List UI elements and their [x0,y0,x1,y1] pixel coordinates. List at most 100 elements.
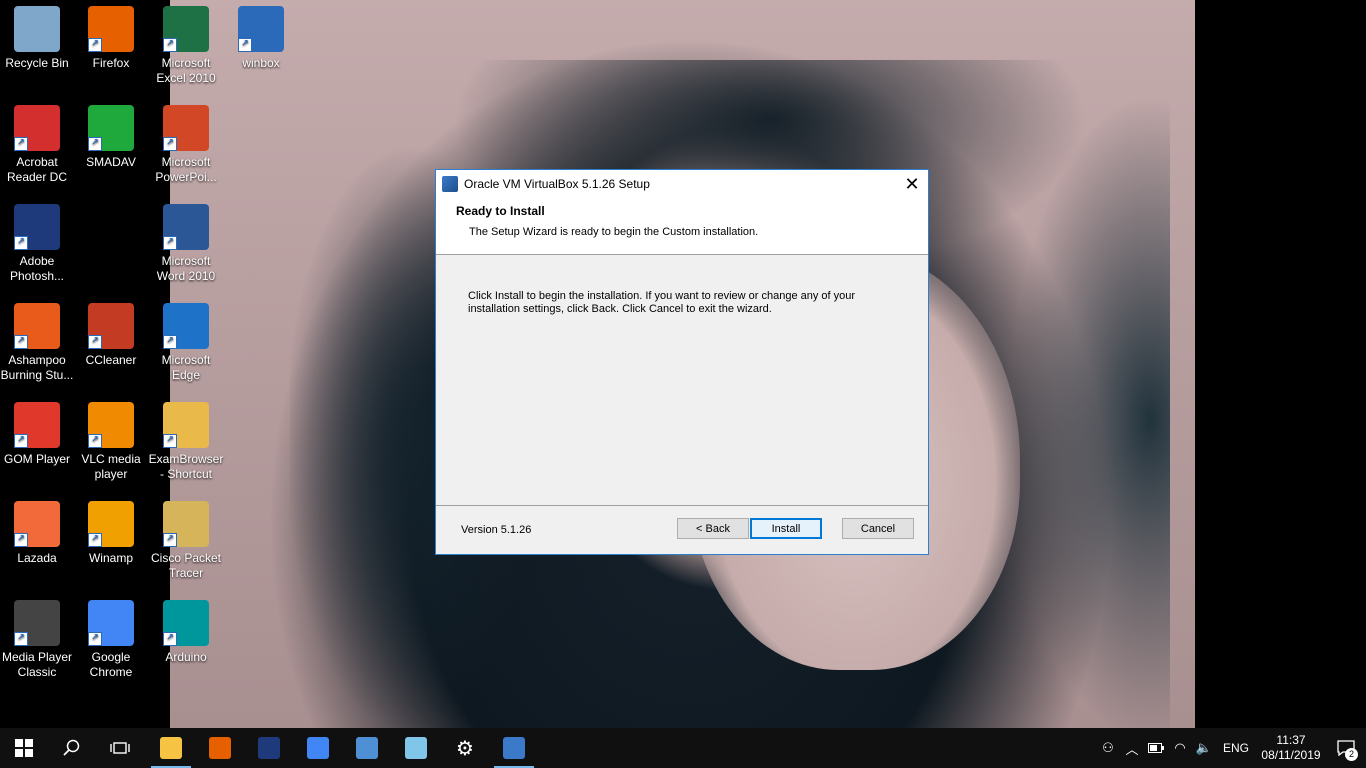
firefox-icon: ↗ [88,6,134,52]
dialog-titlebar[interactable]: Oracle VM VirtualBox 5.1.26 Setup ✕ [436,170,928,198]
shortcut-arrow-icon: ↗ [14,137,28,151]
desktop-icon-label: Cisco Packet Tracer [150,551,222,580]
close-icon: ✕ [904,173,920,195]
desktop-icon[interactable]: ↗ Microsoft Excel 2010 [148,0,224,86]
battery-button[interactable] [1144,728,1168,768]
close-button[interactable]: ✕ [896,170,928,198]
shortcut-arrow-icon: ↗ [163,632,177,646]
desktop: Recycle Bin ↗ Firefox ↗ Microsoft Excel 2010… [0,0,1366,728]
desktop-icon[interactable]: ↗ ExamBrowser - Shortcut [148,396,224,482]
desktop-icon-label: VLC media player [81,452,141,481]
dialog-title: Oracle VM VirtualBox 5.1.26 Setup [464,177,650,191]
shortcut-arrow-icon: ↗ [163,335,177,349]
word-icon: ↗ [163,204,209,250]
windows-icon [15,739,33,757]
desktop-icon[interactable]: ↗ Winamp [73,495,149,566]
dialog-footer: Version 5.1.26 < Back Install Cancel [436,506,928,554]
virtualbox-setup-icon [442,176,458,192]
desktop-icon-label: winbox [242,56,280,70]
language-indicator[interactable]: ENG [1216,741,1256,755]
people-button[interactable]: ⚇ [1096,728,1120,768]
desktop-icon[interactable]: ↗ Firefox [73,0,149,71]
shortcut-arrow-icon: ↗ [163,38,177,52]
taskbar-app[interactable]: ⚙ [441,728,489,768]
smadav-icon: ↗ [88,105,134,151]
desktop-icon[interactable]: ↗ VLC media player [73,396,149,482]
desktop-icon-label: Google Chrome [89,650,133,679]
shortcut-arrow-icon: ↗ [163,434,177,448]
taskbar-app[interactable] [147,728,195,768]
shortcut-arrow-icon: ↗ [238,38,252,52]
wifi-button[interactable]: ◠ [1168,728,1192,768]
back-button[interactable]: < Back [677,518,749,539]
notepad-icon [405,737,427,759]
desktop-icon[interactable]: ↗ Media Player Classic [0,594,75,680]
desktop-icon[interactable]: ↗ Adobe Photosh... [0,198,75,284]
volume-button[interactable]: 🔈 [1192,728,1216,768]
ccleaner-icon: ↗ [88,303,134,349]
taskbar-app[interactable] [245,728,293,768]
desktop-icon[interactable]: ↗ Google Chrome [73,594,149,680]
shortcut-arrow-icon: ↗ [14,533,28,547]
shortcut-arrow-icon: ↗ [14,434,28,448]
desktop-icon[interactable]: ↗ winbox [223,0,299,71]
search-button[interactable] [48,728,96,768]
desktop-icon[interactable]: ↗ Arduino [148,594,224,665]
desktop-icon[interactable]: ↗ SMADAV [73,99,149,170]
taskbar-app[interactable] [343,728,391,768]
speaker-icon: 🔈 [1195,740,1213,755]
taskbar-app[interactable] [294,728,342,768]
chrome-icon: ↗ [88,600,134,646]
task-view-button[interactable] [96,728,144,768]
shortcut-arrow-icon: ↗ [88,533,102,547]
desktop-icon-label: Microsoft Word 2010 [156,254,216,283]
desktop-icon[interactable]: ↗ CCleaner [73,297,149,368]
virtualbox-setup-icon [503,737,525,759]
desktop-icon-label: SMADAV [86,155,136,169]
packet-tracer-icon: ↗ [163,501,209,547]
chrome-icon [307,737,329,759]
search-icon [63,739,80,756]
file-explorer-icon [160,737,182,759]
desktop-icon-label: GOM Player [3,452,70,466]
shortcut-arrow-icon: ↗ [163,137,177,151]
settings-icon: ⚙ [456,736,474,760]
powerpoint-icon: ↗ [163,105,209,151]
clock-date: 08/11/2019 [1261,748,1321,762]
desktop-icon-label: Microsoft Excel 2010 [156,56,216,85]
show-hidden-icons-button[interactable]: ︿ [1120,728,1144,768]
desktop-icon[interactable]: ↗ Lazada [0,495,75,566]
desktop-icon[interactable]: ↗ Microsoft Edge [148,297,224,383]
clock[interactable]: 11:37 08/11/2019 [1256,733,1326,763]
install-button[interactable]: Install [750,518,822,539]
taskbar-app[interactable] [490,728,538,768]
taskbar-app[interactable] [392,728,440,768]
desktop-icon[interactable]: ↗ Acrobat Reader DC [0,99,75,185]
desktop-icon[interactable]: ↗ Microsoft PowerPoi... [148,99,224,185]
shortcut-arrow-icon: ↗ [14,335,28,349]
setup-dialog: Oracle VM VirtualBox 5.1.26 Setup ✕ Read… [435,169,929,555]
edge-icon: ↗ [163,303,209,349]
desktop-icon[interactable]: ↗ Microsoft Word 2010 [148,198,224,284]
shortcut-arrow-icon: ↗ [88,632,102,646]
desktop-icon[interactable]: ↗ GOM Player [0,396,75,467]
action-center-button[interactable]: 2 [1326,728,1366,768]
desktop-icon-label: Microsoft Edge [161,353,211,382]
shortcut-arrow-icon: ↗ [88,335,102,349]
start-button[interactable] [0,728,48,768]
desktop-icon[interactable]: Recycle Bin [0,0,75,71]
desktop-icon[interactable]: ↗ Ashampoo Burning Stu... [0,297,75,383]
desktop-icon[interactable]: ↗ Cisco Packet Tracer [148,495,224,581]
battery-icon [1148,743,1164,753]
wifi-icon: ◠ [1174,740,1186,755]
page-title: Ready to Install [456,204,545,218]
desktop-icon-label: Acrobat Reader DC [6,155,68,184]
taskbar: ⚙ ⚇ ︿ ◠ 🔈 ENG 11:37 08/11/2019 2 [0,728,1366,768]
taskbar-app[interactable] [196,728,244,768]
cancel-button[interactable]: Cancel [842,518,914,539]
shortcut-arrow-icon: ↗ [163,236,177,250]
shortcut-arrow-icon: ↗ [88,434,102,448]
shortcut-arrow-icon: ↗ [14,632,28,646]
acrobat-icon: ↗ [14,105,60,151]
vlc-icon: ↗ [88,402,134,448]
